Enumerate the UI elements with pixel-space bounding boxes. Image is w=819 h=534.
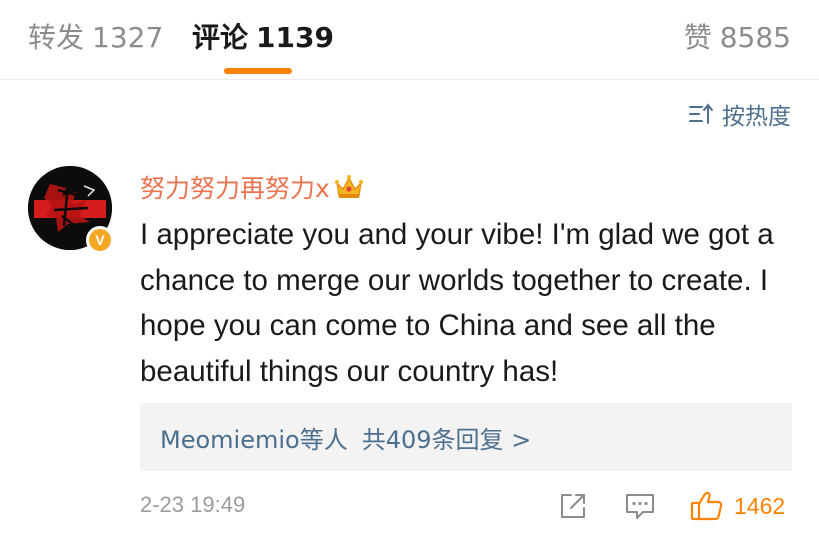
sort-icon xyxy=(689,103,713,124)
reply-users: Meomiemio等人 xyxy=(160,425,348,454)
tab-comment-label: 评论 xyxy=(192,21,249,54)
like-count: 1462 xyxy=(734,492,786,519)
tab-bar: 转发 1327 评论 1139 赞 8585 xyxy=(0,0,819,80)
comment-icon xyxy=(626,494,654,519)
reply-count: 共409条回复 > xyxy=(361,425,532,454)
verified-badge: V xyxy=(86,226,114,254)
tab-repost-label: 转发 xyxy=(28,21,85,54)
comment-text: I appreciate you and your vibe! I'm glad… xyxy=(140,218,774,388)
tab-repost[interactable]: 转发 1327 xyxy=(28,18,163,58)
share-button[interactable] xyxy=(558,488,590,524)
replies-link[interactable]: Meomiemio等人 共409条回复 > xyxy=(140,403,792,471)
tab-comment-count: 1139 xyxy=(256,21,334,54)
comment-username[interactable]: 努力努力再努力x xyxy=(140,170,364,204)
comment-timestamp: 2-23 19:49 xyxy=(140,492,246,517)
sort-by-hot-button[interactable]: 按热度 xyxy=(688,96,791,132)
crown-icon xyxy=(334,175,363,198)
thumbs-up-icon xyxy=(690,491,723,521)
tab-like-label: 赞 xyxy=(683,21,712,54)
like-button[interactable]: 1462 xyxy=(690,488,785,524)
tab-comment[interactable]: 评论 1139 xyxy=(192,18,334,58)
active-tab-indicator xyxy=(224,68,292,74)
username-label: 努力努力再努力x xyxy=(140,174,330,203)
share-icon xyxy=(561,494,585,518)
tab-like-count: 8585 xyxy=(719,21,791,54)
sort-label: 按热度 xyxy=(722,104,791,130)
reply-button[interactable] xyxy=(624,488,658,524)
tab-like[interactable]: 赞 8585 xyxy=(684,18,791,58)
tab-repost-count: 1327 xyxy=(92,21,164,54)
